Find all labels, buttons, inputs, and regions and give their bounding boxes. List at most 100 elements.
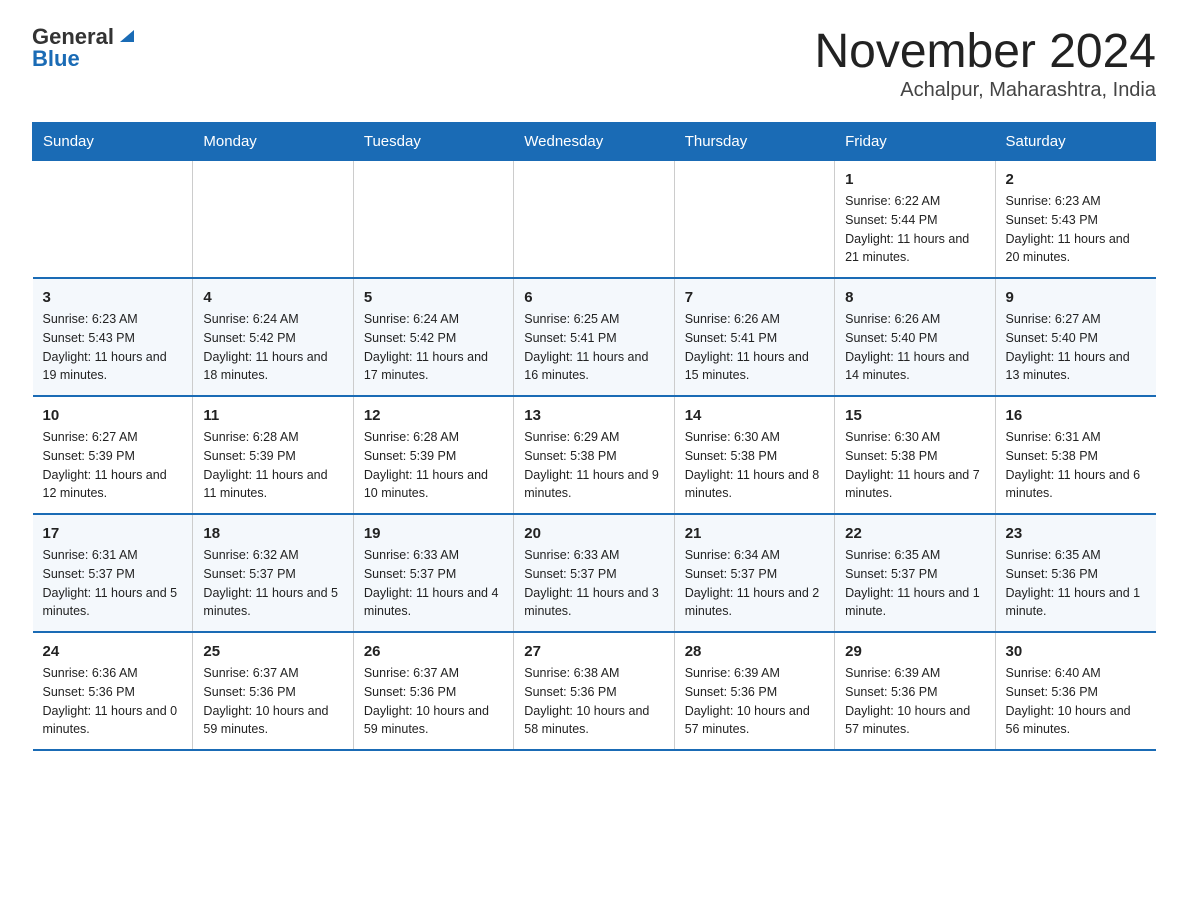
day-info: Sunrise: 6:27 AM Sunset: 5:40 PM Dayligh…: [1006, 310, 1146, 385]
day-number: 22: [845, 525, 984, 542]
day-info: Sunrise: 6:37 AM Sunset: 5:36 PM Dayligh…: [364, 664, 503, 739]
day-number: 27: [524, 643, 663, 660]
calendar-cell: 5 Sunrise: 6:24 AM Sunset: 5:42 PM Daylig…: [353, 278, 513, 396]
month-title: November 2024: [814, 24, 1156, 79]
day-info: Sunrise: 6:28 AM Sunset: 5:39 PM Dayligh…: [364, 428, 503, 503]
weekday-header-wednesday: Wednesday: [514, 123, 674, 161]
calendar-cell: 14 Sunrise: 6:30 AM Sunset: 5:38 PM Dayli…: [674, 396, 834, 514]
calendar-cell: 22 Sunrise: 6:35 AM Sunset: 5:37 PM Dayli…: [835, 514, 995, 632]
weekday-header-tuesday: Tuesday: [353, 123, 513, 161]
week-row-2: 3Sunrise: 6:23 AM Sunset: 5:43 PM Daylig…: [33, 278, 1156, 396]
day-number: 16: [1006, 407, 1146, 424]
weekday-header-saturday: Saturday: [995, 123, 1155, 161]
calendar-cell: 8 Sunrise: 6:26 AM Sunset: 5:40 PM Daylig…: [835, 278, 995, 396]
day-info: Sunrise: 6:40 AM Sunset: 5:36 PM Dayligh…: [1006, 664, 1146, 739]
calendar-cell: 16 Sunrise: 6:31 AM Sunset: 5:38 PM Dayli…: [995, 396, 1155, 514]
day-number: 17: [43, 525, 183, 542]
day-number: 2: [1006, 171, 1146, 188]
day-info: Sunrise: 6:23 AM Sunset: 5:43 PM Dayligh…: [1006, 192, 1146, 267]
location: Achalpur, Maharashtra, India: [814, 79, 1156, 102]
day-number: 23: [1006, 525, 1146, 542]
day-info: Sunrise: 6:34 AM Sunset: 5:37 PM Dayligh…: [685, 546, 824, 621]
day-number: 19: [364, 525, 503, 542]
day-number: 29: [845, 643, 984, 660]
calendar-cell: 28 Sunrise: 6:39 AM Sunset: 5:36 PM Dayli…: [674, 632, 834, 750]
day-number: 25: [203, 643, 342, 660]
day-info: Sunrise: 6:22 AM Sunset: 5:44 PM Dayligh…: [845, 192, 984, 267]
day-info: Sunrise: 6:39 AM Sunset: 5:36 PM Dayligh…: [685, 664, 824, 739]
calendar-cell: 29 Sunrise: 6:39 AM Sunset: 5:36 PM Dayli…: [835, 632, 995, 750]
calendar-cell: 23Sunrise: 6:35 AM Sunset: 5:36 PM Dayli…: [995, 514, 1155, 632]
day-info: Sunrise: 6:36 AM Sunset: 5:36 PM Dayligh…: [43, 664, 183, 739]
calendar-header-row: SundayMondayTuesdayWednesdayThursdayFrid…: [33, 123, 1156, 161]
day-number: 12: [364, 407, 503, 424]
day-number: 9: [1006, 289, 1146, 306]
day-number: 28: [685, 643, 824, 660]
day-info: Sunrise: 6:29 AM Sunset: 5:38 PM Dayligh…: [524, 428, 663, 503]
calendar-cell: 27 Sunrise: 6:38 AM Sunset: 5:36 PM Dayli…: [514, 632, 674, 750]
calendar-cell: 4 Sunrise: 6:24 AM Sunset: 5:42 PM Daylig…: [193, 278, 353, 396]
calendar-cell: 26 Sunrise: 6:37 AM Sunset: 5:36 PM Dayli…: [353, 632, 513, 750]
day-number: 21: [685, 525, 824, 542]
day-info: Sunrise: 6:33 AM Sunset: 5:37 PM Dayligh…: [524, 546, 663, 621]
day-info: Sunrise: 6:37 AM Sunset: 5:36 PM Dayligh…: [203, 664, 342, 739]
calendar-cell: 7 Sunrise: 6:26 AM Sunset: 5:41 PM Daylig…: [674, 278, 834, 396]
calendar-cell: 24 Sunrise: 6:36 AM Sunset: 5:36 PM Dayli…: [33, 632, 193, 750]
day-number: 5: [364, 289, 503, 306]
day-info: Sunrise: 6:27 AM Sunset: 5:39 PM Dayligh…: [43, 428, 183, 503]
day-info: Sunrise: 6:33 AM Sunset: 5:37 PM Dayligh…: [364, 546, 503, 621]
logo-triangle-icon: [116, 24, 138, 46]
day-info: Sunrise: 6:28 AM Sunset: 5:39 PM Dayligh…: [203, 428, 342, 503]
day-number: 18: [203, 525, 342, 542]
day-info: Sunrise: 6:25 AM Sunset: 5:41 PM Dayligh…: [524, 310, 663, 385]
day-info: Sunrise: 6:24 AM Sunset: 5:42 PM Dayligh…: [203, 310, 342, 385]
calendar-cell: [514, 161, 674, 279]
calendar-cell: 21 Sunrise: 6:34 AM Sunset: 5:37 PM Dayli…: [674, 514, 834, 632]
calendar-cell: 15 Sunrise: 6:30 AM Sunset: 5:38 PM Dayli…: [835, 396, 995, 514]
calendar-cell: 12 Sunrise: 6:28 AM Sunset: 5:39 PM Dayli…: [353, 396, 513, 514]
day-number: 14: [685, 407, 824, 424]
day-info: Sunrise: 6:32 AM Sunset: 5:37 PM Dayligh…: [203, 546, 342, 621]
week-row-4: 17 Sunrise: 6:31 AM Sunset: 5:37 PM Dayli…: [33, 514, 1156, 632]
calendar-cell: 3Sunrise: 6:23 AM Sunset: 5:43 PM Daylig…: [33, 278, 193, 396]
day-number: 4: [203, 289, 342, 306]
calendar-cell: 6 Sunrise: 6:25 AM Sunset: 5:41 PM Daylig…: [514, 278, 674, 396]
day-number: 26: [364, 643, 503, 660]
day-number: 1: [845, 171, 984, 188]
weekday-header-friday: Friday: [835, 123, 995, 161]
day-info: Sunrise: 6:26 AM Sunset: 5:40 PM Dayligh…: [845, 310, 984, 385]
day-number: 7: [685, 289, 824, 306]
day-number: 15: [845, 407, 984, 424]
calendar-cell: [674, 161, 834, 279]
week-row-3: 10 Sunrise: 6:27 AM Sunset: 5:39 PM Dayli…: [33, 396, 1156, 514]
day-info: Sunrise: 6:26 AM Sunset: 5:41 PM Dayligh…: [685, 310, 824, 385]
calendar-cell: 17 Sunrise: 6:31 AM Sunset: 5:37 PM Dayli…: [33, 514, 193, 632]
day-info: Sunrise: 6:30 AM Sunset: 5:38 PM Dayligh…: [685, 428, 824, 503]
calendar-cell: 9 Sunrise: 6:27 AM Sunset: 5:40 PM Daylig…: [995, 278, 1155, 396]
day-number: 24: [43, 643, 183, 660]
day-info: Sunrise: 6:31 AM Sunset: 5:37 PM Dayligh…: [43, 546, 183, 621]
day-number: 6: [524, 289, 663, 306]
week-row-1: 1 Sunrise: 6:22 AM Sunset: 5:44 PM Daylig…: [33, 161, 1156, 279]
calendar-cell: 19 Sunrise: 6:33 AM Sunset: 5:37 PM Dayli…: [353, 514, 513, 632]
day-info: Sunrise: 6:35 AM Sunset: 5:37 PM Dayligh…: [845, 546, 984, 621]
calendar-cell: 10 Sunrise: 6:27 AM Sunset: 5:39 PM Dayli…: [33, 396, 193, 514]
logo-blue: Blue: [32, 46, 80, 72]
calendar-cell: 18 Sunrise: 6:32 AM Sunset: 5:37 PM Dayli…: [193, 514, 353, 632]
logo: General Blue: [32, 24, 138, 72]
day-info: Sunrise: 6:24 AM Sunset: 5:42 PM Dayligh…: [364, 310, 503, 385]
day-info: Sunrise: 6:39 AM Sunset: 5:36 PM Dayligh…: [845, 664, 984, 739]
day-number: 11: [203, 407, 342, 424]
day-info: Sunrise: 6:30 AM Sunset: 5:38 PM Dayligh…: [845, 428, 984, 503]
calendar-cell: 11 Sunrise: 6:28 AM Sunset: 5:39 PM Dayli…: [193, 396, 353, 514]
day-number: 10: [43, 407, 183, 424]
calendar-cell: 30Sunrise: 6:40 AM Sunset: 5:36 PM Dayli…: [995, 632, 1155, 750]
title-area: November 2024 Achalpur, Maharashtra, Ind…: [814, 24, 1156, 102]
calendar-cell: 2 Sunrise: 6:23 AM Sunset: 5:43 PM Daylig…: [995, 161, 1155, 279]
day-number: 3: [43, 289, 183, 306]
day-info: Sunrise: 6:31 AM Sunset: 5:38 PM Dayligh…: [1006, 428, 1146, 503]
day-number: 8: [845, 289, 984, 306]
calendar-cell: 13Sunrise: 6:29 AM Sunset: 5:38 PM Dayli…: [514, 396, 674, 514]
day-info: Sunrise: 6:38 AM Sunset: 5:36 PM Dayligh…: [524, 664, 663, 739]
day-number: 20: [524, 525, 663, 542]
